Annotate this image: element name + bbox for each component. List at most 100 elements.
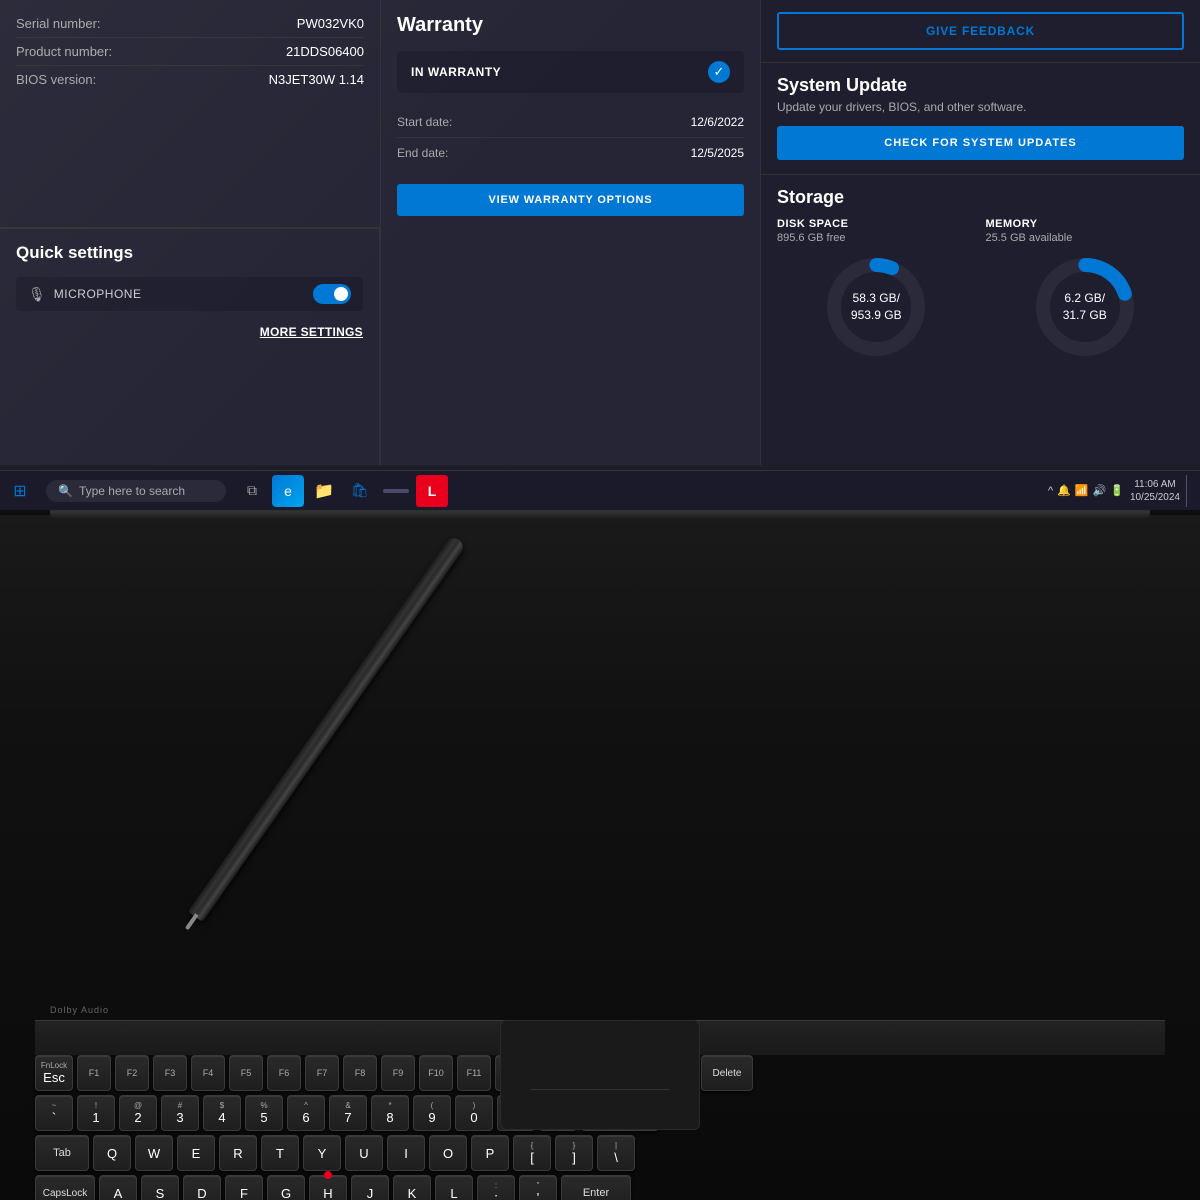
microphone-toggle[interactable] [313, 284, 351, 304]
key-f8[interactable]: F8 [343, 1055, 377, 1091]
key-4[interactable]: $4 [203, 1095, 241, 1131]
show-desktop-button[interactable] [1186, 475, 1192, 507]
warranty-check-icon: ✓ [708, 61, 730, 83]
key-r[interactable]: R [219, 1135, 257, 1171]
trackpoint[interactable] [324, 1171, 332, 1179]
microphone-icon: 🎙 [28, 286, 46, 303]
tray-battery[interactable]: 🔋 [1110, 484, 1124, 497]
key-u[interactable]: U [345, 1135, 383, 1171]
key-backtick[interactable]: ~` [35, 1095, 73, 1131]
quick-settings-title: Quick settings [16, 243, 363, 263]
warranty-status-text: IN WARRANTY [411, 65, 501, 79]
key-2[interactable]: @2 [119, 1095, 157, 1131]
key-f3[interactable]: F3 [153, 1055, 187, 1091]
key-a[interactable]: A [99, 1175, 137, 1200]
key-f2[interactable]: F2 [115, 1055, 149, 1091]
task-view-button[interactable]: ⧉ [236, 475, 268, 507]
microphone-row[interactable]: 🎙 MICROPHONE [16, 277, 363, 311]
key-tab[interactable]: Tab [35, 1135, 89, 1171]
touchpad[interactable] [500, 1020, 700, 1130]
key-1[interactable]: !1 [77, 1095, 115, 1131]
key-o[interactable]: O [429, 1135, 467, 1171]
lenovo-icon[interactable]: L [416, 475, 448, 507]
bios-value: N3JET30W 1.14 [269, 72, 364, 87]
warranty-end-label: End date: [397, 146, 448, 160]
key-w[interactable]: W [135, 1135, 173, 1171]
key-f7[interactable]: F7 [305, 1055, 339, 1091]
key-enter[interactable]: Enter [561, 1175, 631, 1200]
storage-grid: DISK SPACE 895.6 GB free 58.3 GB/ 953.9 … [777, 218, 1184, 362]
store-icon[interactable]: 🛍 [344, 475, 376, 507]
key-3[interactable]: #3 [161, 1095, 199, 1131]
key-quote[interactable]: "' [519, 1175, 557, 1200]
key-backslash[interactable]: |\ [597, 1135, 635, 1171]
key-6[interactable]: ^6 [287, 1095, 325, 1131]
folder-icon[interactable]: 📁 [308, 475, 340, 507]
disk-center-text: 58.3 GB/ 953.9 GB [851, 290, 902, 324]
tray-wifi[interactable]: 📶 [1075, 484, 1089, 497]
key-f6[interactable]: F6 [267, 1055, 301, 1091]
key-5[interactable]: %5 [245, 1095, 283, 1131]
app-area: Serial number: PW032VK0 Product number: … [0, 0, 760, 475]
key-lbracket[interactable]: {[ [513, 1135, 551, 1171]
key-rbracket[interactable]: }] [555, 1135, 593, 1171]
serial-value: PW032VK0 [297, 16, 364, 31]
give-feedback-button[interactable]: GIVE FEEDBACK [777, 12, 1184, 50]
key-t[interactable]: T [261, 1135, 299, 1171]
key-f1[interactable]: F1 [77, 1055, 111, 1091]
key-f5[interactable]: F5 [229, 1055, 263, 1091]
key-h[interactable]: H [309, 1175, 347, 1200]
taskbar-search-box[interactable]: 🔍 Type here to search [46, 480, 226, 502]
key-8[interactable]: *8 [371, 1095, 409, 1131]
check-updates-button[interactable]: CHECK FOR SYSTEM UPDATES [777, 126, 1184, 160]
key-y[interactable]: Y [303, 1135, 341, 1171]
key-semicolon[interactable]: :; [477, 1175, 515, 1200]
view-warranty-button[interactable]: VIEW WARRANTY OPTIONS [397, 184, 744, 216]
key-delete[interactable]: Delete [701, 1055, 753, 1091]
microphone-label: MICROPHONE [54, 287, 142, 301]
memory-storage-item: MEMORY 25.5 GB available 6.2 GB/ 31.7 GB [986, 218, 1185, 362]
quick-settings-panel: Quick settings 🎙 MICROPHONE MORE SETTING… [0, 228, 380, 475]
system-update-section: System Update Update your drivers, BIOS,… [761, 62, 1200, 175]
bar-icon[interactable] [380, 475, 412, 507]
key-f9[interactable]: F9 [381, 1055, 415, 1091]
taskbar: ⊞ 🔍 Type here to search ⧉ e 📁 🛍 L ^ 🔔 📶 … [0, 470, 1200, 510]
key-i[interactable]: I [387, 1135, 425, 1171]
tray-volume[interactable]: 🔊 [1093, 484, 1107, 497]
memory-center-text: 6.2 GB/ 31.7 GB [1063, 290, 1107, 324]
key-9[interactable]: (9 [413, 1095, 451, 1131]
key-esc[interactable]: FnLock Esc [35, 1055, 73, 1091]
bios-row: BIOS version: N3JET30W 1.14 [16, 66, 364, 93]
key-p[interactable]: P [471, 1135, 509, 1171]
device-info-panel: Serial number: PW032VK0 Product number: … [0, 0, 380, 228]
key-f4[interactable]: F4 [191, 1055, 225, 1091]
key-l[interactable]: L [435, 1175, 473, 1200]
disk-storage-item: DISK SPACE 895.6 GB free 58.3 GB/ 953.9 … [777, 218, 976, 362]
storage-title: Storage [777, 187, 1184, 208]
start-button[interactable]: ⊞ [0, 471, 40, 511]
right-panel: GIVE FEEDBACK System Update Update your … [760, 0, 1200, 475]
key-s[interactable]: S [141, 1175, 179, 1200]
key-f10[interactable]: F10 [419, 1055, 453, 1091]
key-e[interactable]: E [177, 1135, 215, 1171]
laptop-screen: Think Serial number: PW032VK0 Product nu… [0, 0, 1200, 510]
tray-notification[interactable]: 🔔 [1057, 484, 1071, 497]
key-j[interactable]: J [351, 1175, 389, 1200]
key-k[interactable]: K [393, 1175, 431, 1200]
key-g[interactable]: G [267, 1175, 305, 1200]
dolby-badge: Dolby Audio [50, 1005, 109, 1015]
system-update-subtitle: Update your drivers, BIOS, and other sof… [777, 100, 1184, 114]
key-d[interactable]: D [183, 1175, 221, 1200]
system-update-title: System Update [777, 75, 1184, 96]
key-f11[interactable]: F11 [457, 1055, 491, 1091]
edge-icon[interactable]: e [272, 475, 304, 507]
key-7[interactable]: &7 [329, 1095, 367, 1131]
key-capslock[interactable]: CapsLock [35, 1175, 95, 1200]
tray-clock[interactable]: 11:06 AM 10/25/2024 [1130, 478, 1180, 504]
tray-chevron[interactable]: ^ [1048, 485, 1053, 497]
more-settings-link[interactable]: MORE SETTINGS [16, 325, 363, 339]
warranty-end-row: End date: 12/5/2025 [397, 138, 744, 168]
key-0[interactable]: )0 [455, 1095, 493, 1131]
key-q[interactable]: Q [93, 1135, 131, 1171]
key-f[interactable]: F [225, 1175, 263, 1200]
